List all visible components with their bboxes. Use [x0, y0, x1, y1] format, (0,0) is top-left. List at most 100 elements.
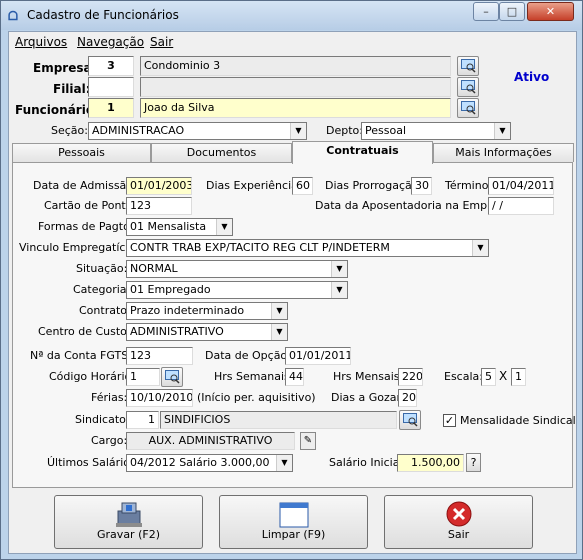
data-admissao-field[interactable]: 01/01/2003	[126, 177, 192, 195]
sair-button[interactable]: Sair	[384, 495, 533, 549]
search-icon	[165, 370, 180, 384]
chevron-down-icon: ▼	[494, 123, 510, 139]
termino-field[interactable]: 01/04/2011	[488, 177, 554, 195]
main-window: ᗝ Cadastro de Funcionários – □ ✕ Arquivo…	[0, 0, 583, 560]
empresa-label: Empresa:	[33, 61, 97, 75]
chevron-down-icon: ▼	[216, 219, 232, 235]
client-area: Arquivos Navegação Sair Empresa: 3 Condo…	[8, 31, 577, 554]
vinculo-select[interactable]: CONTR TRAB EXP/TACITO REG CLT P/INDETERM…	[126, 239, 489, 257]
close-button[interactable]: ✕	[527, 2, 574, 21]
formas-pagto-label: Formas de Pagto:	[38, 220, 134, 233]
secao-select[interactable]: ADMINISTRACAO ▼	[88, 122, 307, 140]
empresa-name-field: Condominio 3	[140, 56, 451, 76]
salario-inicial-label: Salário Inicial:	[329, 456, 407, 469]
depto-select[interactable]: Pessoal ▼	[361, 122, 511, 140]
termino-label: Término:	[445, 179, 493, 192]
funcionario-name-field[interactable]: Joao da Silva	[140, 98, 451, 118]
cargo-label: Cargo:	[91, 434, 128, 447]
gravar-button[interactable]: Gravar (F2)	[54, 495, 203, 549]
depto-value: Pessoal	[365, 124, 406, 137]
help-button[interactable]: ?	[466, 453, 481, 472]
data-aposentadoria-label: Data da Aposentadoria na Empresa:	[315, 199, 515, 212]
conta-fgts-label: Nª da Conta FGTS:	[30, 349, 132, 362]
contrato-value: Prazo indeterminado	[130, 304, 245, 317]
hrs-semanais-field[interactable]: 44	[285, 368, 304, 386]
gravar-label: Gravar (F2)	[97, 528, 160, 541]
codigo-horario-search-button[interactable]	[161, 367, 183, 387]
close-icon	[446, 501, 472, 527]
tab-mais-informacoes[interactable]: Mais Informações	[433, 143, 574, 162]
window-clear-icon	[279, 502, 309, 528]
tab-contratuais[interactable]: Contratuais	[292, 141, 433, 164]
sindicato-code-field[interactable]: 1	[126, 411, 159, 429]
vinculo-label: Vinculo Empregatício:	[19, 241, 139, 254]
chevron-down-icon: ▼	[276, 455, 292, 471]
search-icon	[403, 413, 418, 427]
menu-arquivos[interactable]: Arquivos	[15, 35, 67, 49]
contratuais-panel: Data de Admissão: 01/01/2003 Dias Experi…	[12, 162, 576, 488]
data-aposentadoria-field[interactable]: / /	[488, 197, 554, 215]
chevron-down-icon: ▼	[472, 240, 488, 256]
chevron-down-icon: ▼	[290, 123, 306, 139]
escala-separator: X	[499, 369, 508, 383]
centro-custos-value: ADMINISTRATIVO	[130, 325, 224, 338]
salario-inicial-field[interactable]: 1.500,00	[397, 454, 464, 472]
sair-label: Sair	[447, 528, 470, 541]
menu-navegacao[interactable]: Navegação	[77, 35, 144, 49]
escala-label: Escala:	[444, 370, 483, 383]
ferias-note: (Início per. aquisitivo)	[197, 391, 316, 404]
ultimos-salarios-value: 04/2012 Salário 3.000,00	[130, 456, 270, 469]
contrato-label: Contrato:	[79, 304, 131, 317]
cargo-field: AUX. ADMINISTRATIVO	[126, 432, 295, 450]
mensalidade-sindical-checkbox[interactable]: ✓	[443, 414, 456, 427]
formas-pagto-value: 01 Mensalista	[130, 220, 207, 233]
menu-sair[interactable]: Sair	[150, 35, 173, 49]
ultimos-salarios-select[interactable]: 04/2012 Salário 3.000,00 ▼	[126, 454, 293, 472]
situacao-select[interactable]: NORMAL ▼	[126, 260, 348, 278]
maximize-button[interactable]: □	[499, 2, 525, 21]
funcionario-search-button[interactable]	[457, 98, 479, 118]
search-icon	[461, 101, 476, 115]
empresa-search-button[interactable]	[457, 56, 479, 76]
cartao-ponto-field[interactable]: 123	[126, 197, 192, 215]
dias-experiencia-field[interactable]: 60	[292, 177, 313, 195]
limpar-button[interactable]: Limpar (F9)	[219, 495, 368, 549]
funcionario-code-field[interactable]: 1	[88, 98, 134, 118]
sindicato-label: Sindicato:	[75, 413, 130, 426]
ferias-field[interactable]: 10/10/2010	[126, 389, 193, 407]
hrs-mensais-label: Hrs Mensais:	[333, 370, 404, 383]
escala-b-field[interactable]: 1	[511, 368, 526, 386]
escala-a-field[interactable]: 5	[481, 368, 496, 386]
tab-pessoais[interactable]: Pessoais	[12, 143, 151, 162]
codigo-horario-field[interactable]: 1	[126, 368, 160, 386]
filial-search-button[interactable]	[457, 77, 479, 97]
situacao-value: NORMAL	[130, 262, 178, 275]
categoria-label: Categoria:	[73, 283, 131, 296]
mensalidade-sindical-label: Mensalidade Sindical	[460, 414, 576, 427]
dias-experiencia-label: Dias Experiência:	[206, 179, 302, 192]
hrs-mensais-field[interactable]: 220	[398, 368, 423, 386]
search-icon	[461, 80, 476, 94]
centro-custos-select[interactable]: ADMINISTRATIVO ▼	[126, 323, 288, 341]
dias-gozar-field[interactable]: 20	[398, 389, 417, 407]
data-admissao-label: Data de Admissão:	[33, 179, 137, 192]
search-icon	[461, 59, 476, 73]
empresa-code-field[interactable]: 3	[88, 56, 134, 76]
contrato-select[interactable]: Prazo indeterminado ▼	[126, 302, 288, 320]
edit-cargo-icon[interactable]: ✎	[300, 432, 316, 450]
categoria-select[interactable]: 01 Empregado ▼	[126, 281, 348, 299]
situacao-label: Situação:	[76, 262, 128, 275]
data-opcao-field[interactable]: 01/01/2011	[285, 347, 351, 365]
tab-documentos[interactable]: Documentos	[151, 143, 292, 162]
sindicato-search-button[interactable]	[399, 410, 421, 430]
filial-code-field[interactable]	[88, 77, 134, 97]
minimize-button[interactable]: –	[473, 2, 499, 21]
depto-label: Depto:	[326, 124, 363, 137]
secao-label: Seção:	[51, 124, 88, 137]
menu-bar: Arquivos Navegação Sair	[9, 32, 576, 52]
dias-prorrogacao-field[interactable]: 30	[411, 177, 432, 195]
chevron-down-icon: ▼	[331, 282, 347, 298]
conta-fgts-field[interactable]: 123	[126, 347, 193, 365]
formas-pagto-select[interactable]: 01 Mensalista ▼	[126, 218, 233, 236]
vinculo-value: CONTR TRAB EXP/TACITO REG CLT P/INDETERM	[130, 241, 390, 254]
